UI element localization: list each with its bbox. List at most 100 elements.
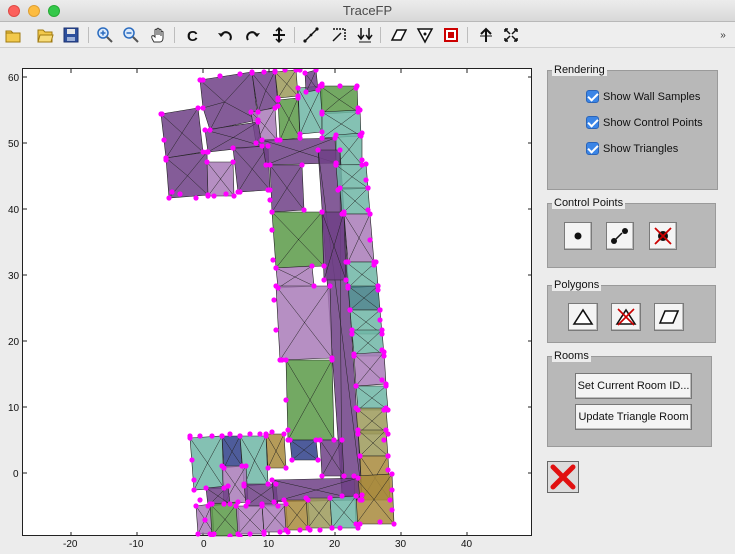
control-point[interactable] xyxy=(241,481,247,487)
control-point[interactable] xyxy=(319,473,325,479)
control-point[interactable] xyxy=(357,132,363,138)
control-point[interactable] xyxy=(200,105,206,111)
show-triangles-checkbox[interactable]: Show Triangles xyxy=(586,142,678,155)
control-point[interactable] xyxy=(211,193,217,199)
control-point[interactable] xyxy=(243,503,249,509)
control-point[interactable] xyxy=(379,347,385,353)
control-point[interactable] xyxy=(227,501,233,507)
control-point[interactable] xyxy=(337,525,343,531)
control-point[interactable] xyxy=(365,207,371,213)
move-point-button[interactable] xyxy=(606,222,634,250)
toolbar-overflow-icon[interactable]: » xyxy=(716,25,730,45)
control-point[interactable] xyxy=(329,525,335,531)
control-point[interactable] xyxy=(272,69,278,75)
control-point[interactable] xyxy=(377,307,383,313)
control-point[interactable] xyxy=(191,487,197,493)
control-point[interactable] xyxy=(269,429,275,435)
control-point[interactable] xyxy=(297,131,303,137)
corner-tool-icon[interactable] xyxy=(329,25,349,45)
control-point[interactable] xyxy=(353,383,359,389)
control-point[interactable] xyxy=(163,157,169,163)
control-point[interactable] xyxy=(207,531,213,537)
control-point[interactable] xyxy=(302,70,308,76)
c-tool-icon[interactable]: C xyxy=(182,25,202,45)
control-point[interactable] xyxy=(265,481,271,487)
control-point[interactable] xyxy=(385,453,391,459)
control-point[interactable] xyxy=(219,463,225,469)
control-point[interactable] xyxy=(357,497,363,503)
control-point[interactable] xyxy=(337,185,343,191)
control-point[interactable] xyxy=(277,137,283,143)
control-point[interactable] xyxy=(207,127,213,133)
control-point[interactable] xyxy=(309,263,315,269)
control-point[interactable] xyxy=(187,433,193,439)
triangle-tool-icon[interactable] xyxy=(415,25,435,45)
control-point[interactable] xyxy=(193,503,199,509)
control-point[interactable] xyxy=(275,97,281,103)
control-point[interactable] xyxy=(207,501,213,507)
control-point[interactable] xyxy=(365,185,371,191)
control-point[interactable] xyxy=(319,135,325,141)
control-point[interactable] xyxy=(295,95,301,101)
control-point[interactable] xyxy=(297,527,303,533)
control-point[interactable] xyxy=(321,263,327,269)
control-point[interactable] xyxy=(353,405,359,411)
control-point[interactable] xyxy=(273,283,279,289)
control-point[interactable] xyxy=(321,277,327,283)
control-point[interactable] xyxy=(381,407,387,413)
control-point[interactable] xyxy=(261,529,267,535)
control-point[interactable] xyxy=(363,177,369,183)
control-point[interactable] xyxy=(265,143,271,149)
control-point[interactable] xyxy=(287,437,293,443)
control-point[interactable] xyxy=(371,262,377,268)
control-point[interactable] xyxy=(295,85,301,91)
control-point[interactable] xyxy=(205,193,211,199)
control-point[interactable] xyxy=(253,140,259,146)
control-point[interactable] xyxy=(315,147,321,153)
control-point[interactable] xyxy=(353,85,359,91)
control-point[interactable] xyxy=(389,471,395,477)
control-point[interactable] xyxy=(257,431,263,437)
control-point[interactable] xyxy=(337,147,343,153)
control-point[interactable] xyxy=(333,162,339,168)
control-point[interactable] xyxy=(319,209,325,215)
control-point[interactable] xyxy=(200,77,206,83)
control-point[interactable] xyxy=(269,227,275,233)
control-point[interactable] xyxy=(273,481,279,487)
control-point[interactable] xyxy=(315,457,321,463)
control-point[interactable] xyxy=(166,195,172,201)
control-point[interactable] xyxy=(379,377,385,383)
control-point[interactable] xyxy=(267,162,273,168)
control-point[interactable] xyxy=(169,189,175,195)
control-point[interactable] xyxy=(301,207,307,213)
undo-icon[interactable] xyxy=(215,25,235,45)
control-point[interactable] xyxy=(355,427,361,433)
control-point[interactable] xyxy=(285,427,291,433)
control-point[interactable] xyxy=(204,149,210,155)
control-point[interactable] xyxy=(359,157,365,163)
control-point[interactable] xyxy=(319,109,325,115)
control-point[interactable] xyxy=(333,132,339,138)
control-point[interactable] xyxy=(267,197,273,203)
floorplan-axes[interactable] xyxy=(22,68,533,537)
control-point[interactable] xyxy=(273,265,279,271)
control-point[interactable] xyxy=(381,437,387,443)
control-point[interactable] xyxy=(355,105,361,111)
control-point[interactable] xyxy=(327,495,333,501)
redo-icon[interactable] xyxy=(243,25,263,45)
control-point[interactable] xyxy=(283,527,289,533)
control-point[interactable] xyxy=(223,191,229,197)
control-point[interactable] xyxy=(319,129,325,135)
control-point[interactable] xyxy=(271,297,277,303)
control-point[interactable] xyxy=(237,71,243,77)
control-point[interactable] xyxy=(289,457,295,463)
floorplan-canvas[interactable] xyxy=(23,69,533,537)
control-point[interactable] xyxy=(259,137,265,143)
control-point[interactable] xyxy=(265,465,271,471)
control-point[interactable] xyxy=(317,437,323,443)
control-point[interactable] xyxy=(377,317,383,323)
control-point[interactable] xyxy=(231,193,237,199)
add-polygon-button[interactable] xyxy=(654,303,684,331)
control-point[interactable] xyxy=(355,475,361,481)
control-point[interactable] xyxy=(273,327,279,333)
